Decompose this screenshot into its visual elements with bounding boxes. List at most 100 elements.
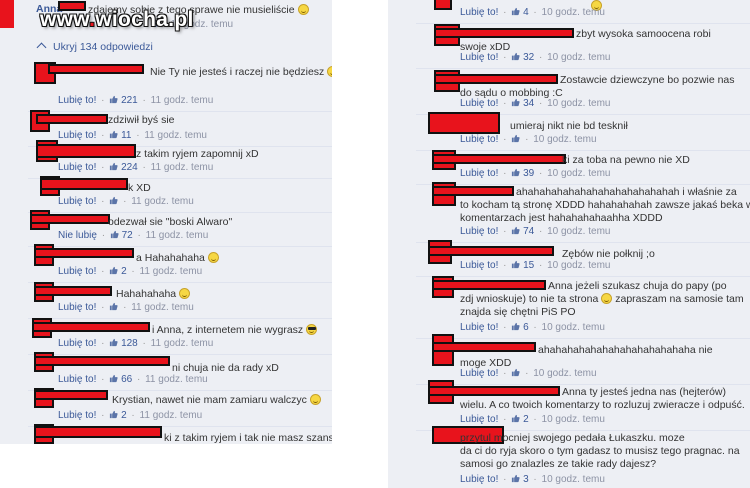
like-count[interactable]: 74 (511, 226, 534, 237)
like-link[interactable]: Lubię to! (460, 260, 498, 271)
comment-meta: Lubię to! · 2 · 10 godz. temu (460, 414, 605, 425)
like-link[interactable]: Lubię to! (460, 98, 498, 109)
thumbs-up-icon (512, 226, 520, 235)
like-link[interactable]: Lubię to! (58, 266, 96, 277)
timestamp[interactable]: 10 godz. temu (542, 322, 605, 333)
timestamp[interactable]: 10 godz. temu (547, 168, 610, 179)
timestamp[interactable]: 11 godz. temu (151, 162, 214, 173)
like-count[interactable]: 2 (109, 266, 127, 277)
censor-bar (36, 114, 108, 124)
like-link[interactable]: Lubię to! (460, 474, 498, 485)
comment: zdziwił byś sie Lubię to! · 11 · 11 godz.… (0, 110, 332, 147)
like-link[interactable]: Lubię to! (58, 338, 96, 349)
comment-text: zdziwił byś sie (108, 114, 175, 126)
comment-text: Krystian, nawet nie mam zamiaru walczyc (112, 394, 321, 407)
like-count[interactable]: 128 (109, 338, 138, 349)
like-link[interactable]: Lubię to! (460, 226, 498, 237)
like-count[interactable]: 224 (109, 162, 138, 173)
thumbs-up-icon (512, 7, 520, 16)
thumbs-up-icon (110, 374, 118, 383)
like-link[interactable]: Lubię to! (460, 322, 498, 333)
like-link[interactable]: Nie lubię (58, 230, 97, 241)
like-count[interactable]: 34 (511, 98, 534, 109)
like-count[interactable]: 15 (511, 260, 534, 271)
thumbs-up-icon (512, 414, 520, 423)
comment-meta: Lubię to! · · 10 godz. temu (460, 134, 597, 145)
avatar-censored[interactable] (428, 112, 500, 134)
thumbs-up-icon (110, 338, 118, 347)
timestamp[interactable]: 11 godz. temu (140, 266, 203, 277)
timestamp[interactable]: 11 godz. temu (146, 230, 209, 241)
like-link[interactable]: Lubię to! (460, 52, 498, 63)
like-link[interactable]: Lubię to! (460, 7, 498, 18)
timestamp[interactable]: 11 godz. temu (131, 302, 194, 313)
like-link[interactable]: Lubię to! (58, 410, 96, 421)
timestamp[interactable]: 11 godz. temu (131, 196, 194, 207)
thumbs-up-icon (110, 196, 118, 205)
like-link[interactable]: Lubię to! (460, 134, 498, 145)
timestamp[interactable]: 10 godz. temu (533, 368, 596, 379)
like-link[interactable]: Lubię to! (58, 302, 96, 313)
gutter (332, 0, 388, 488)
comment: odezwał sie "boski Alwaro" Nie lubię · 72… (0, 210, 332, 247)
thumbs-up-icon (512, 168, 520, 177)
timestamp[interactable]: 10 godz. temu (547, 226, 610, 237)
thumbs-up-icon (110, 410, 118, 419)
sunglasses-emoji-icon (306, 324, 318, 335)
timestamp[interactable]: 11 godz. temu (145, 374, 208, 385)
censor-bar (34, 248, 134, 258)
like-count[interactable]: 2 (511, 414, 529, 425)
censor-bar (428, 246, 554, 256)
like-link[interactable]: Lubię to! (58, 196, 96, 207)
hide-replies-link[interactable]: Ukryj 134 odpowiedzi (36, 41, 153, 53)
chevron-up-icon (36, 42, 47, 53)
like-count[interactable]: 3 (511, 474, 529, 485)
censor-bar (34, 390, 108, 400)
thumbs-up-icon (512, 368, 520, 377)
thumbs-up-icon (512, 474, 520, 483)
timestamp[interactable]: 10 godz. temu (542, 474, 605, 485)
timestamp[interactable]: 11 godz. temu (151, 95, 214, 106)
thumbs-up-icon (110, 95, 118, 104)
avatar-censored[interactable] (434, 0, 452, 10)
timestamp[interactable]: 10 godz. temu (542, 7, 605, 18)
like-count[interactable] (109, 196, 121, 207)
smile-emoji-icon (179, 288, 191, 299)
like-link[interactable]: Lubię to! (58, 95, 96, 106)
censor-bar (34, 356, 170, 366)
timestamp[interactable]: 10 godz. temu (533, 134, 596, 145)
comment: zbyt wysoka samoocena robi swoje xDD Lubi… (388, 24, 750, 69)
like-count[interactable] (511, 134, 523, 145)
timestamp[interactable]: 10 godz. temu (547, 98, 610, 109)
like-count[interactable]: 2 (109, 410, 127, 421)
censor-bar (36, 144, 136, 158)
like-count[interactable]: 6 (511, 322, 529, 333)
comment: umieraj nikt nie bd tesknił Lubię to! · ·… (388, 112, 750, 151)
comment-meta: Lubię to! · 34 · 10 godz. temu (460, 98, 611, 109)
like-link[interactable]: Lubię to! (58, 374, 96, 385)
timestamp[interactable]: 11 godz. temu (151, 338, 214, 349)
timestamp[interactable]: 10 godz. temu (547, 260, 610, 271)
comment-text: Zostawcie dziewczyne bo pozwie nas do są… (460, 74, 735, 99)
like-count[interactable]: 72 (110, 230, 133, 241)
like-count[interactable]: 66 (109, 374, 132, 385)
comment-text: ahahahahahahahahahahahahahah i właśnie z… (460, 186, 750, 224)
timestamp[interactable]: 11 godz. temu (140, 410, 203, 421)
like-link[interactable]: Lubię to! (460, 368, 498, 379)
timestamp[interactable]: 10 godz. temu (542, 414, 605, 425)
like-count[interactable] (511, 368, 523, 379)
comment-meta: Lubię to! · · 11 godz. temu (58, 302, 194, 313)
like-link[interactable]: Lubię to! (58, 162, 96, 173)
timestamp[interactable]: 10 godz. temu (547, 52, 610, 63)
like-count[interactable]: 4 (511, 7, 529, 18)
comment-meta: Lubię to! · 39 · 10 godz. temu (460, 168, 611, 179)
like-link[interactable]: Lubię to! (460, 168, 498, 179)
like-count[interactable] (109, 302, 121, 313)
like-count[interactable]: 221 (109, 95, 138, 106)
like-link[interactable]: Lubię to! (460, 414, 498, 425)
like-count[interactable]: 39 (511, 168, 534, 179)
comment-text: z takim ryjem zapomnij xD (136, 148, 259, 160)
like-count[interactable]: 32 (511, 52, 534, 63)
comment: k XD Lubię to! · · 11 godz. temu (0, 176, 332, 213)
comment-text: odezwał sie "boski Alwaro" (108, 216, 233, 228)
